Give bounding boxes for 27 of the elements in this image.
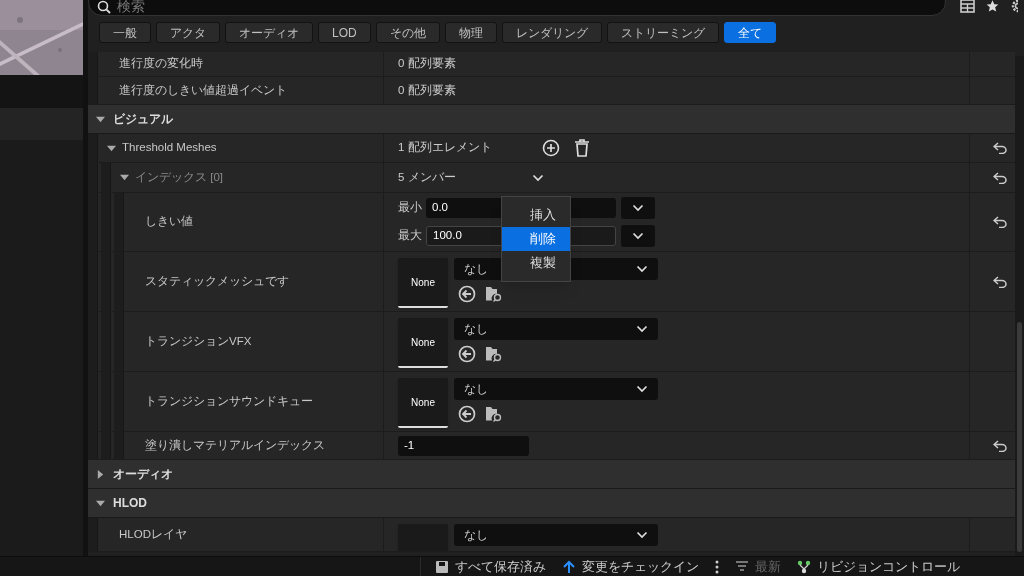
section-title: オーディオ bbox=[113, 466, 173, 483]
property-label: 進行度の変化時 bbox=[119, 56, 203, 72]
property-label: HLODレイヤ bbox=[119, 526, 187, 542]
dropdown-value: なし bbox=[464, 381, 488, 398]
property-label: しきい値 bbox=[145, 214, 193, 230]
dropdown-value: なし bbox=[464, 261, 488, 278]
thumbnail-label: None bbox=[411, 335, 435, 350]
dropdown-value: なし bbox=[464, 321, 488, 338]
property-value: 5 メンバー bbox=[398, 169, 457, 185]
section-title: HLOD bbox=[113, 495, 147, 512]
property-value: 0 配列要素 bbox=[398, 82, 457, 98]
property-value: 1 配列エレメント bbox=[398, 140, 493, 156]
field-label: 最大 bbox=[398, 228, 422, 244]
search-input: 検索 bbox=[117, 0, 317, 14]
property-label: 進行度のしきい値超過イベント bbox=[119, 82, 287, 98]
property-value: 0 配列要素 bbox=[398, 56, 457, 72]
property-label: Threshold Meshes bbox=[122, 140, 217, 156]
thumbnail-label: None bbox=[411, 395, 435, 410]
section-title: ビジュアル bbox=[113, 111, 173, 128]
dropdown-value: なし bbox=[464, 527, 488, 544]
property-label: トランジションVFX bbox=[145, 333, 252, 349]
property-label: スタティックメッシュです bbox=[145, 273, 289, 289]
property-label: インデックス [0] bbox=[135, 169, 223, 185]
thumbnail-label: None bbox=[411, 275, 435, 290]
property-label: 塗り潰しマテリアルインデックス bbox=[145, 437, 325, 453]
property-label: トランジションサウンドキュー bbox=[145, 393, 313, 409]
field-label: 最小 bbox=[398, 200, 422, 216]
